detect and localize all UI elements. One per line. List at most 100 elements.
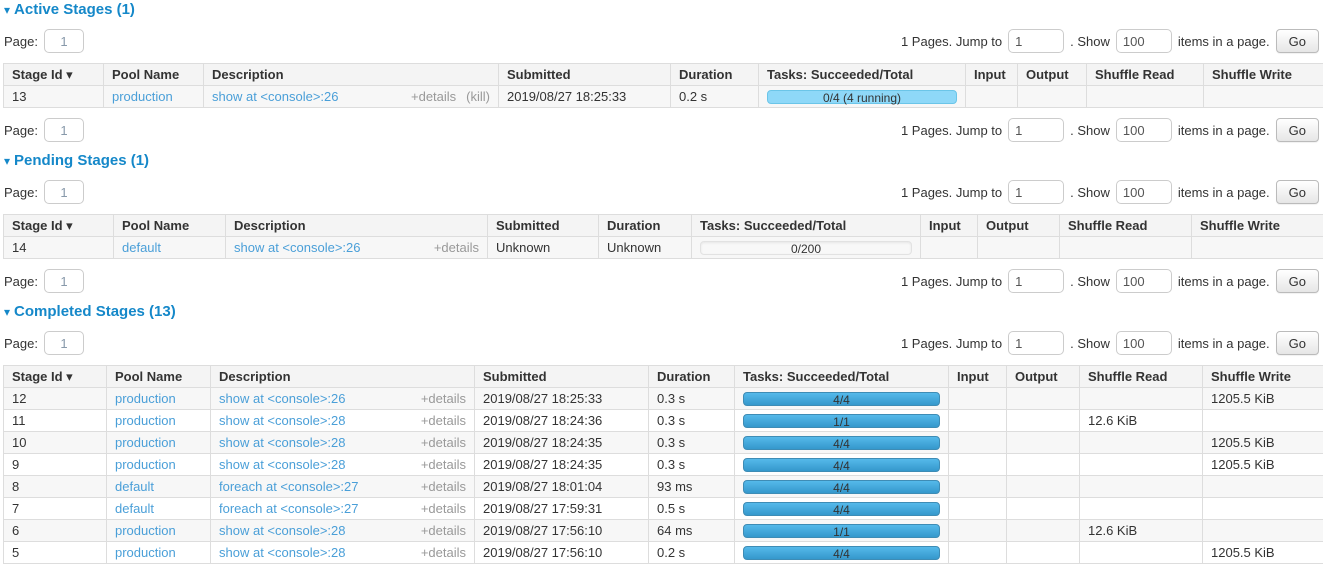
page-size-input[interactable] [1116, 180, 1172, 204]
col-header-shuffle-read[interactable]: Shuffle Read [1080, 366, 1203, 388]
jump-to-input[interactable] [1008, 29, 1064, 53]
col-header-pool-name[interactable]: Pool Name [107, 366, 211, 388]
description-link[interactable]: show at <console>:26 [212, 89, 338, 104]
col-header-output[interactable]: Output [978, 215, 1060, 237]
pool-name-link[interactable]: default [122, 240, 161, 255]
description-link[interactable]: show at <console>:28 [219, 523, 345, 538]
col-header-tasks[interactable]: Tasks: Succeeded/Total [735, 366, 949, 388]
details-toggle[interactable]: +details [421, 523, 466, 538]
col-header-shuffle-write[interactable]: Shuffle Write [1204, 64, 1323, 86]
pool-name-link[interactable]: production [115, 457, 176, 472]
description-link[interactable]: show at <console>:26 [219, 391, 345, 406]
col-header-output[interactable]: Output [1007, 366, 1080, 388]
items-text: items in a page. [1178, 185, 1270, 200]
details-toggle[interactable]: +details [434, 240, 479, 255]
tasks-progress-bar: 0/200 [700, 241, 912, 255]
col-header-submitted[interactable]: Submitted [475, 366, 649, 388]
description-link[interactable]: show at <console>:26 [234, 240, 360, 255]
col-header-output[interactable]: Output [1018, 64, 1087, 86]
tasks-progress-bar: 4/4 [743, 392, 940, 406]
description-link[interactable]: foreach at <console>:27 [219, 501, 359, 516]
page-number-input[interactable] [44, 180, 84, 204]
col-header-shuffle-write[interactable]: Shuffle Write [1203, 366, 1323, 388]
col-header-duration[interactable]: Duration [599, 215, 692, 237]
description-link[interactable]: show at <console>:28 [219, 435, 345, 450]
description-link[interactable]: foreach at <console>:27 [219, 479, 359, 494]
col-header-description[interactable]: Description [211, 366, 475, 388]
col-header-shuffle-read[interactable]: Shuffle Read [1087, 64, 1204, 86]
col-header-duration[interactable]: Duration [649, 366, 735, 388]
completed-stages-heading[interactable]: ▾Completed Stages (13) [4, 303, 1320, 321]
details-toggle[interactable]: +details [421, 391, 466, 406]
table-row: 10 production +detailsshow at <console>:… [4, 432, 1323, 454]
col-header-submitted[interactable]: Submitted [499, 64, 671, 86]
page-size-input[interactable] [1116, 29, 1172, 53]
show-text: . Show [1070, 185, 1110, 200]
go-button[interactable]: Go [1276, 118, 1319, 142]
page-size-input[interactable] [1116, 269, 1172, 293]
details-toggle[interactable]: +details [411, 89, 456, 104]
active-stages-heading[interactable]: ▾Active Stages (1) [4, 1, 1320, 19]
details-toggle[interactable]: +details [421, 435, 466, 450]
col-header-duration[interactable]: Duration [671, 64, 759, 86]
page-size-input[interactable] [1116, 331, 1172, 355]
col-header-input[interactable]: Input [949, 366, 1007, 388]
page-number-input[interactable] [44, 269, 84, 293]
page-label: Page: [4, 336, 38, 351]
col-header-stage-id[interactable]: Stage Id ▾ [4, 366, 107, 388]
page-label: Page: [4, 274, 38, 289]
col-header-pool-name[interactable]: Pool Name [114, 215, 226, 237]
jump-to-input[interactable] [1008, 118, 1064, 142]
col-header-tasks[interactable]: Tasks: Succeeded/Total [759, 64, 966, 86]
jump-to-input[interactable] [1008, 180, 1064, 204]
pool-name-link[interactable]: production [115, 523, 176, 538]
pool-name-link[interactable]: production [115, 391, 176, 406]
col-header-stage-id[interactable]: Stage Id ▾ [4, 64, 104, 86]
details-toggle[interactable]: +details [421, 413, 466, 428]
page-size-input[interactable] [1116, 118, 1172, 142]
description-link[interactable]: show at <console>:28 [219, 413, 345, 428]
description-link[interactable]: show at <console>:28 [219, 545, 345, 560]
pool-name-link[interactable]: production [112, 89, 173, 104]
pool-name-link[interactable]: default [115, 479, 154, 494]
col-header-stage-id[interactable]: Stage Id ▾ [4, 215, 114, 237]
col-header-tasks[interactable]: Tasks: Succeeded/Total [692, 215, 921, 237]
jump-to-input[interactable] [1008, 331, 1064, 355]
shuffle-write-cell [1203, 520, 1323, 542]
col-header-input[interactable]: Input [921, 215, 978, 237]
details-toggle[interactable]: +details [421, 479, 466, 494]
pagination-row: Page: 1 Pages. Jump to . Show items in a… [4, 180, 1319, 204]
tasks-progress-bar: 4/4 [743, 546, 940, 560]
go-button[interactable]: Go [1276, 269, 1319, 293]
col-header-description[interactable]: Description [204, 64, 499, 86]
col-header-shuffle-read[interactable]: Shuffle Read [1060, 215, 1192, 237]
page-number-input[interactable] [44, 29, 84, 53]
description-link[interactable]: show at <console>:28 [219, 457, 345, 472]
col-header-input[interactable]: Input [966, 64, 1018, 86]
pool-name-link[interactable]: production [115, 435, 176, 450]
pool-name-link[interactable]: default [115, 501, 154, 516]
pool-name-link[interactable]: production [115, 545, 176, 560]
kill-link[interactable]: (kill) [466, 89, 490, 104]
details-toggle[interactable]: +details [421, 457, 466, 472]
items-text: items in a page. [1178, 274, 1270, 289]
col-header-description[interactable]: Description [226, 215, 488, 237]
go-button[interactable]: Go [1276, 331, 1319, 355]
jump-to-input[interactable] [1008, 269, 1064, 293]
page-number-input[interactable] [44, 331, 84, 355]
go-button[interactable]: Go [1276, 29, 1319, 53]
table-row: 9 production +detailsshow at <console>:2… [4, 454, 1323, 476]
page-number-input[interactable] [44, 118, 84, 142]
pending-stages-heading[interactable]: ▾Pending Stages (1) [4, 152, 1320, 170]
details-toggle[interactable]: +details [421, 501, 466, 516]
go-button[interactable]: Go [1276, 180, 1319, 204]
details-toggle[interactable]: +details [421, 545, 466, 560]
tasks-progress-bar: 4/4 [743, 436, 940, 450]
tasks-progress-bar: 4/4 [743, 502, 940, 516]
pool-name-link[interactable]: production [115, 413, 176, 428]
col-header-pool-name[interactable]: Pool Name [104, 64, 204, 86]
col-header-submitted[interactable]: Submitted [488, 215, 599, 237]
col-header-shuffle-write[interactable]: Shuffle Write [1192, 215, 1323, 237]
duration-cell: 0.3 s [649, 454, 735, 476]
section-title-text: Active Stages (1) [14, 1, 135, 18]
